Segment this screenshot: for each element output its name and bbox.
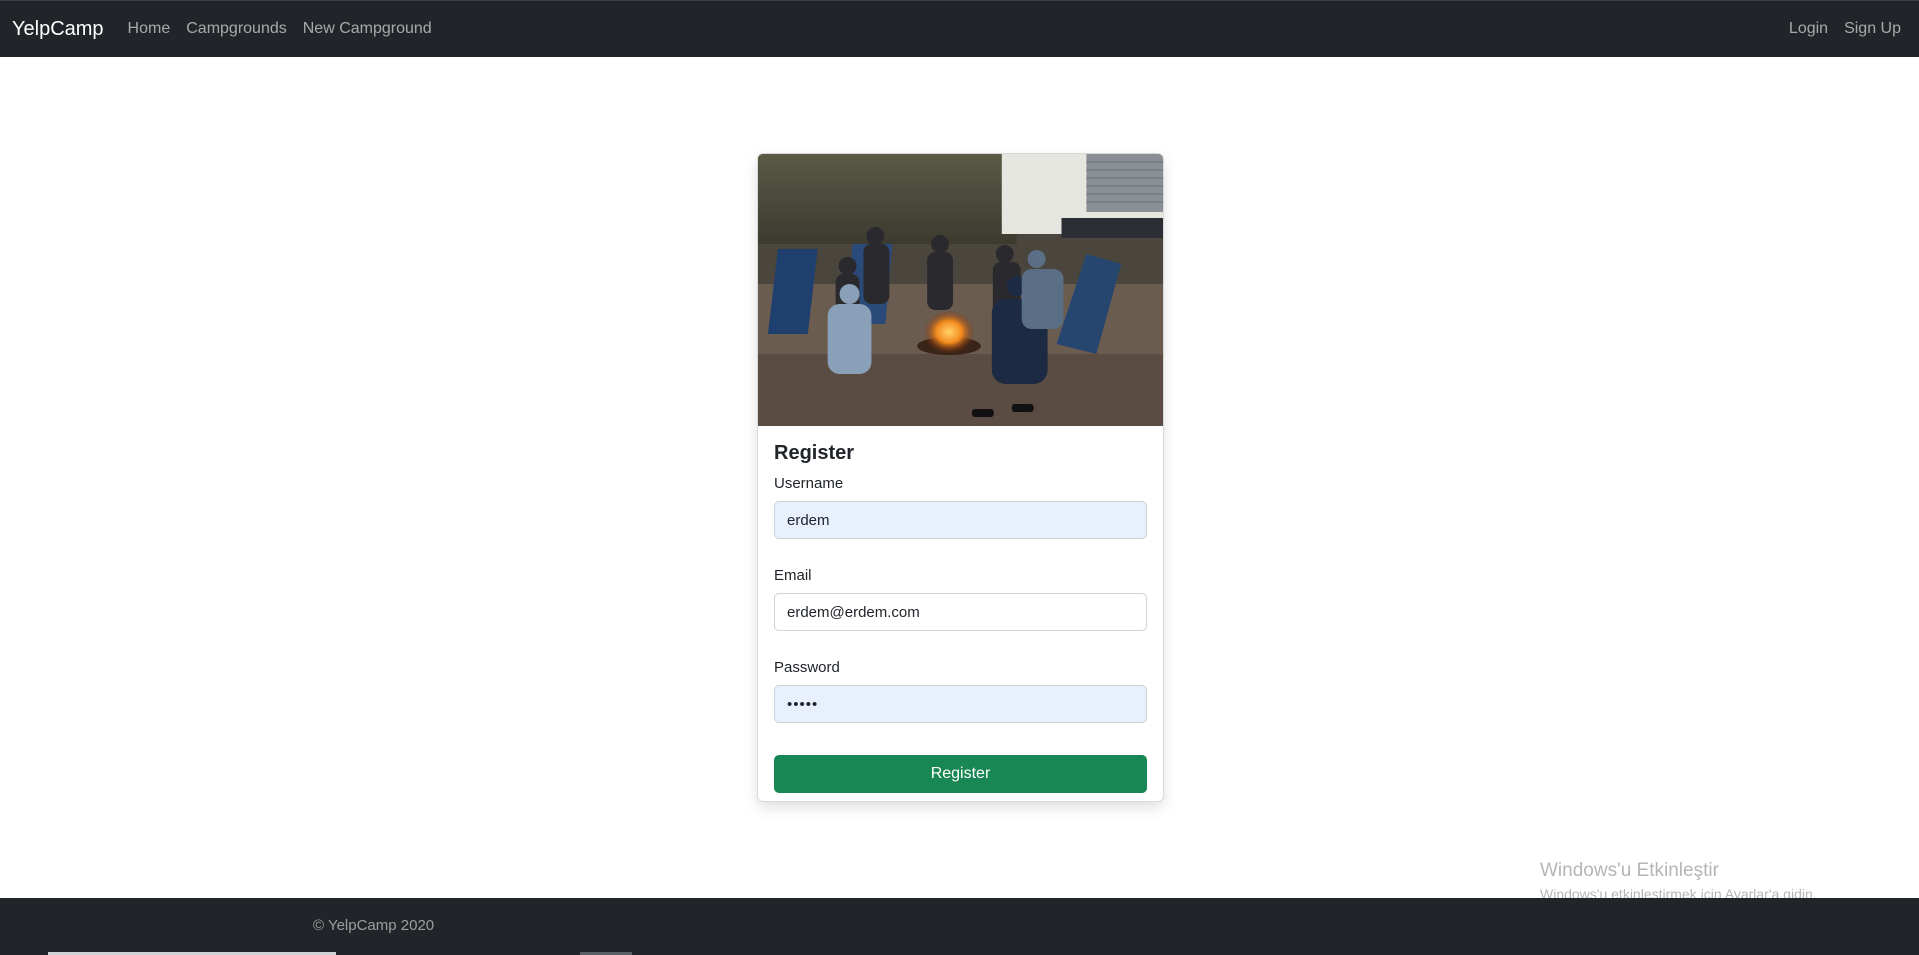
footer: © YelpCamp 2020 [0,898,1919,955]
nav-signup-link[interactable]: Sign Up [1844,20,1901,38]
nav-new-campground-link[interactable]: New Campground [303,20,432,38]
password-label: Password [774,659,840,676]
form-title: Register [774,442,855,464]
nav-login-link[interactable]: Login [1789,20,1828,38]
email-input[interactable] [774,593,1147,631]
navbar: YelpCamp Home Campgrounds New Campground… [0,0,1919,57]
register-form: Register Username Email Password Registe… [758,426,1163,793]
footer-copyright: © YelpCamp 2020 [313,917,435,934]
campfire-photo [758,154,1163,426]
username-label: Username [774,475,844,492]
nav-home-link[interactable]: Home [128,20,171,38]
auth-links: Login Sign Up [1789,20,1907,38]
brand-logo[interactable]: YelpCamp [12,18,104,41]
watermark-title: Windows'u Etkinleştir [1540,860,1719,881]
email-label: Email [774,567,812,584]
nav-links: Home Campgrounds New Campground [128,20,432,38]
nav-campgrounds-link[interactable]: Campgrounds [186,20,287,38]
windows-activation-watermark: Windows'u Etkinleştir Windows'u etkinleş… [1540,860,1817,902]
register-card: Register Username Email Password Registe… [757,153,1164,802]
password-input[interactable] [774,685,1147,723]
username-input[interactable] [774,501,1147,539]
register-button[interactable]: Register [774,755,1147,793]
